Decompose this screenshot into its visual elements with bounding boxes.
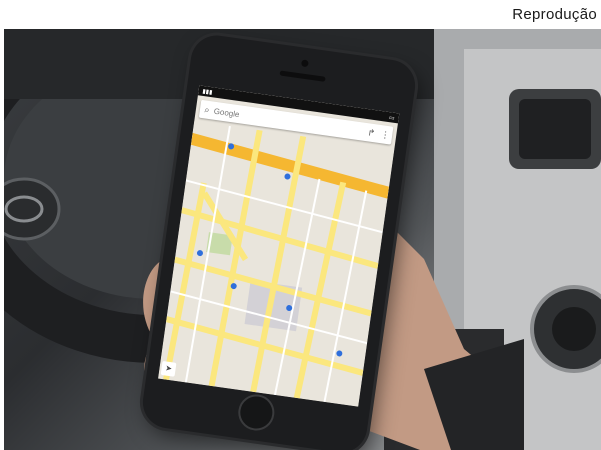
photo: ▮▮▮ ▭ ⌕ Google ↱ ⋮ ➤: [4, 29, 601, 450]
signal-icon: ▮▮▮: [202, 88, 213, 96]
menu-icon[interactable]: ⋮: [378, 128, 393, 141]
photo-credit: Reprodução: [512, 6, 597, 23]
camera-icon: [300, 59, 309, 68]
phone-screen: ▮▮▮ ▭ ⌕ Google ↱ ⋮ ➤: [158, 85, 400, 407]
home-button[interactable]: [236, 392, 277, 433]
speaker-grille: [279, 70, 326, 82]
battery-icon: ▭: [388, 114, 396, 122]
street-map[interactable]: [158, 121, 395, 407]
location-icon[interactable]: ➤: [160, 360, 177, 377]
